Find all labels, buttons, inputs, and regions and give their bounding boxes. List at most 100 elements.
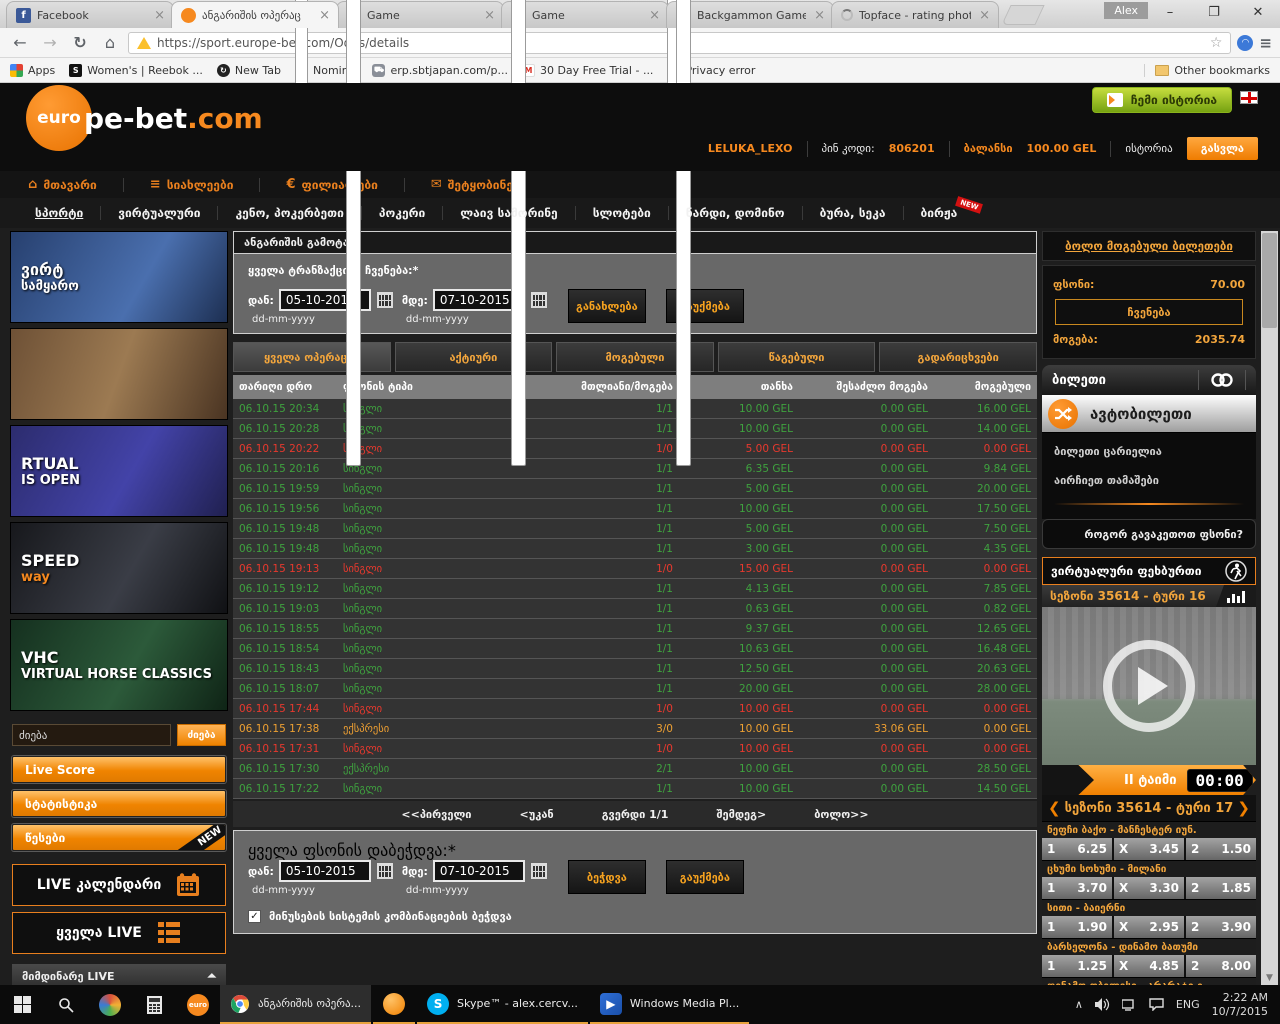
ticket-tab[interactable]: ბილეთი [1042, 365, 1256, 395]
search-input[interactable] [12, 724, 171, 746]
print-from-date-input[interactable] [278, 860, 371, 882]
minimize-button[interactable]: – [1148, 0, 1192, 24]
secondary-nav-7[interactable]: ბურა, სეკა [803, 206, 904, 220]
table-row[interactable]: 06.10.15 17:44 სინგლი 1/0 10.00 GEL 0.00 GEL… [233, 699, 1037, 719]
virtual-football-header[interactable]: ვირტუალური ფეხბურთი [1042, 557, 1256, 585]
print-cancel-button[interactable]: გაუქმება [665, 860, 744, 894]
print-button[interactable]: ბეჭდვა [567, 860, 646, 894]
secondary-nav-4[interactable]: ლაივ სამორინე [443, 206, 576, 220]
odd-button[interactable]: X 2.95 [1114, 916, 1184, 938]
sidebar-button-2[interactable]: წესები NEW [12, 824, 226, 851]
tab-close-icon[interactable]: × [977, 8, 992, 23]
how-to-bet-link[interactable]: როგორ გავაკეთოთ ფსონი? [1042, 519, 1256, 549]
vhc-banner[interactable]: VHC VIRTUAL HORSE CLASSICS [10, 619, 228, 711]
table-row[interactable]: 06.10.15 19:59 სინგლი 1/1 5.00 GEL 0.00 GEL 2… [233, 479, 1037, 499]
basketball-banner[interactable] [10, 328, 228, 420]
scrollbar-down-arrow[interactable]: ▼ [1261, 973, 1278, 983]
taskbar-clock[interactable]: 2:22 AM 10/7/2015 [1212, 991, 1268, 1019]
tab-close-icon[interactable]: × [647, 8, 662, 23]
filter-tab-1[interactable]: აქტიური [394, 342, 553, 372]
live-calendar-button[interactable]: LIVE კალენდარი [12, 864, 226, 906]
tab-close-icon[interactable]: × [812, 8, 827, 23]
secondary-nav-5[interactable]: სლოტები [576, 206, 669, 220]
table-row[interactable]: 06.10.15 19:13 სინგლი 1/0 15.00 GEL 0.00 GEL… [233, 559, 1037, 579]
sidebar-button-0[interactable]: Live Score [12, 756, 226, 783]
collapse-icon[interactable]: ⏶ [207, 969, 216, 983]
table-row[interactable]: 06.10.15 19:12 სინგლი 1/1 4.13 GEL 0.00 GEL 7… [233, 579, 1037, 599]
minus-system-checkbox[interactable]: ✓ [248, 910, 261, 923]
maximize-button[interactable]: ❐ [1192, 0, 1236, 24]
secondary-nav-2[interactable]: კენო, პოკერბეთი [218, 206, 362, 220]
history-link[interactable]: ისტორია [1125, 142, 1172, 155]
table-row[interactable]: 06.10.15 19:48 სინგლი 1/1 5.00 GEL 0.00 GEL 7… [233, 519, 1037, 539]
play-icon[interactable] [1103, 640, 1195, 732]
tab-close-icon[interactable]: × [317, 8, 332, 23]
taskbar-search-icon[interactable] [44, 985, 88, 1024]
extension-icon[interactable]: ◠ [1237, 34, 1254, 51]
primary-nav-0[interactable]: ⌂ მთავარი [28, 177, 97, 192]
calendar-icon[interactable] [375, 291, 394, 309]
secondary-nav-1[interactable]: ვირტუალური [101, 206, 219, 220]
chain-link-icon[interactable] [1198, 370, 1246, 390]
browser-tab[interactable]: Topface - rating photo × [831, 1, 999, 28]
odd-button[interactable]: 2 1.50 [1186, 838, 1256, 860]
skype-taskbar-button[interactable]: S Skype™ - alex.cercv... [417, 985, 588, 1024]
all-live-button[interactable]: ყველა LIVE [12, 912, 226, 954]
georgian-flag-icon[interactable] [1240, 91, 1258, 104]
tab-close-icon[interactable]: × [482, 8, 497, 23]
prev-round-icon[interactable]: ❮ [1048, 799, 1061, 817]
browser-profile-badge[interactable]: Alex [1104, 2, 1148, 19]
browser-tab[interactable]: f Facebook × [6, 1, 174, 28]
table-row[interactable]: 06.10.15 18:55 სინგლი 1/1 9.37 GEL 0.00 GEL 1… [233, 619, 1037, 639]
sidebar-button-1[interactable]: სტატისტიკა [12, 790, 226, 817]
secondary-nav-6[interactable]: ნარდი, დომინო [669, 206, 803, 220]
filter-tab-4[interactable]: გადარიცხვები [879, 342, 1037, 372]
calendar-icon[interactable] [375, 862, 394, 880]
wmp-taskbar-button[interactable]: ▶ Windows Media Pl... [589, 985, 750, 1024]
filter-tab-3[interactable]: წაგებული [717, 342, 876, 372]
odd-button[interactable]: 1 3.70 [1042, 877, 1112, 899]
table-row[interactable]: 06.10.15 19:03 სინგლი 1/1 0.63 GEL 0.00 GEL 0… [233, 599, 1037, 619]
paint-app-icon[interactable] [88, 985, 132, 1024]
table-row[interactable]: 06.10.15 17:38 ექსპრესი 3/0 10.00 GEL 33.06 … [233, 719, 1037, 739]
odd-button[interactable]: 2 8.00 [1186, 955, 1256, 977]
calendar-icon[interactable] [529, 291, 548, 309]
odd-button[interactable]: X 3.45 [1114, 838, 1184, 860]
table-row[interactable]: 06.10.15 17:22 სინგლი 1/1 10.00 GEL 0.00 GEL… [233, 779, 1037, 799]
current-live-bar[interactable]: მიმდინარე LIVE ⏶ [12, 964, 226, 985]
table-row[interactable]: 06.10.15 19:48 სინგლი 1/1 3.00 GEL 0.00 GEL 4… [233, 539, 1037, 559]
print-to-date-input[interactable] [432, 860, 525, 882]
next-round-icon[interactable]: ❯ [1237, 799, 1250, 817]
secondary-nav-8[interactable]: ბირჟა NEW [904, 196, 984, 220]
bookmark-item[interactable]: ⛟ erp.sbtjapan.com/p... [372, 63, 508, 77]
table-row[interactable]: 06.10.15 17:31 სინგლი 1/0 10.00 GEL 0.00 GEL… [233, 739, 1037, 759]
chrome-taskbar-button[interactable]: ანგარიშის ოპერა... [220, 985, 372, 1024]
page-link-3[interactable]: შემდეგ> [716, 808, 766, 821]
scrollbar-thumb[interactable] [1262, 233, 1277, 328]
secondary-nav-0[interactable]: სპორტი [18, 206, 102, 220]
browser-tab[interactable]: ანგარიშის ოპერაც × [171, 1, 339, 28]
other-bookmarks[interactable]: Other bookmarks [1144, 63, 1270, 77]
ssl-warning-icon[interactable] [137, 36, 151, 49]
juice-taskbar-button[interactable] [373, 985, 416, 1024]
logout-button[interactable]: გასვლა [1186, 137, 1258, 160]
table-row[interactable]: 06.10.15 18:07 სინგლი 1/1 20.00 GEL 0.00 GEL… [233, 679, 1037, 699]
refresh-button[interactable]: განახლება [567, 289, 646, 323]
speedway-banner[interactable]: SPEED way [10, 522, 228, 614]
calculator-app-icon[interactable] [132, 985, 176, 1024]
odd-button[interactable]: 2 3.90 [1186, 916, 1256, 938]
primary-nav-1[interactable]: ≡ სიახლეები [150, 177, 234, 192]
network-icon[interactable] [1121, 998, 1137, 1011]
new-tab-button[interactable] [1001, 5, 1045, 25]
bookmark-item[interactable]: S Women's | Reebok ... [69, 63, 203, 77]
page-link-0[interactable]: <<პირველი [401, 808, 471, 821]
page-link-4[interactable]: ბოლო>> [814, 808, 868, 821]
last-winning-tickets-link[interactable]: ბოლო მოგებული ბილეთები [1042, 231, 1256, 261]
autoticket-button[interactable]: ავტობილეთი [1042, 395, 1256, 433]
start-button[interactable] [0, 985, 44, 1024]
virtual-sports-banner[interactable]: ვირტ სამყარო [10, 231, 228, 323]
show-button[interactable]: ჩვენება [1055, 299, 1243, 325]
odd-button[interactable]: 1 1.90 [1042, 916, 1112, 938]
tab-close-icon[interactable]: × [152, 8, 167, 23]
odd-button[interactable]: 2 1.85 [1186, 877, 1256, 899]
